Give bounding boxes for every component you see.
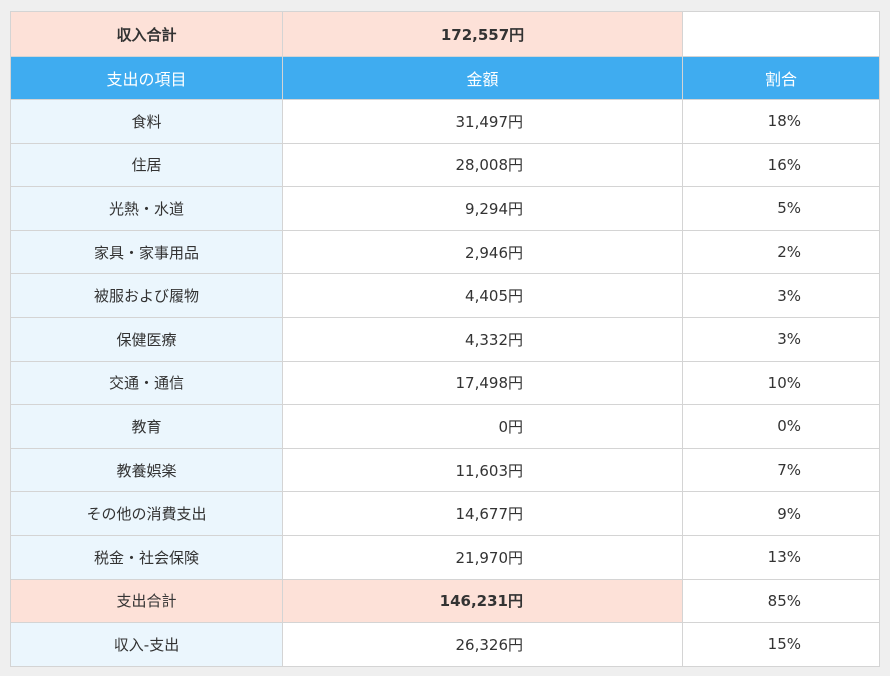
budget-table-container: 収入合計 172,557円 支出の項目 金額 割合 食料 31,497円 18%… [10,11,880,667]
table-row: 教養娯楽 11,603円 7% [10,447,880,493]
expense-item-label: 光熱・水道 [10,186,283,231]
expense-total-row: 支出合計 146,231円 85% [10,578,880,624]
table-row: 食料 31,497円 18% [10,99,880,144]
expense-item-label: 税金・社会保険 [10,534,283,580]
table-row: 税金・社会保険 21,970円 13% [10,534,880,580]
balance-amount: 26,326円 [282,622,683,667]
expense-ratio: 5% [682,186,880,231]
expense-ratio: 18% [682,99,880,144]
expense-ratio: 3% [682,316,880,362]
table-row: 光熱・水道 9,294円 5% [10,186,880,231]
table-row: 教育 0円 0% [10,404,880,449]
balance-ratio: 15% [682,622,880,667]
expense-ratio: 10% [682,360,880,406]
expense-item-label: 家具・家事用品 [10,229,283,275]
expense-amount: 4,405円 [282,273,683,318]
expense-amount: 0円 [282,404,683,449]
expense-ratio: 16% [682,142,880,188]
expense-ratio: 7% [682,447,880,493]
column-header-amount: 金額 [282,56,683,100]
expense-item-label: 被服および履物 [10,273,283,318]
expense-item-label: 教育 [10,404,283,449]
income-total-value: 172,557円 [282,11,683,57]
table-row: 交通・通信 17,498円 10% [10,360,880,406]
table-row: 家具・家事用品 2,946円 2% [10,229,880,275]
expense-amount: 11,603円 [282,447,683,493]
table-row: 住居 28,008円 16% [10,142,880,188]
expense-amount: 17,498円 [282,360,683,406]
expense-item-label: 食料 [10,99,283,144]
balance-row: 収入-支出 26,326円 15% [10,622,880,667]
income-blank-cell [682,11,880,57]
table-row: その他の消費支出 14,677円 9% [10,491,880,536]
income-total-label: 収入合計 [10,11,283,57]
expense-ratio: 9% [682,491,880,536]
budget-table: 収入合計 172,557円 支出の項目 金額 割合 食料 31,497円 18%… [10,11,880,667]
expense-item-label: その他の消費支出 [10,491,283,536]
expense-amount: 4,332円 [282,316,683,362]
expense-total-label: 支出合計 [10,578,283,624]
expense-item-label: 住居 [10,142,283,188]
expense-amount: 14,677円 [282,491,683,536]
expense-ratio: 3% [682,273,880,318]
expense-item-label: 交通・通信 [10,360,283,406]
expense-amount: 9,294円 [282,186,683,231]
table-row: 保健医療 4,332円 3% [10,316,880,362]
expense-amount: 2,946円 [282,229,683,275]
balance-label: 収入-支出 [10,622,283,667]
expense-total-amount: 146,231円 [282,578,683,624]
column-header-ratio: 割合 [682,56,880,100]
expense-ratio: 13% [682,534,880,580]
table-header-row: 支出の項目 金額 割合 [10,56,880,100]
expense-item-label: 教養娯楽 [10,447,283,493]
table-row: 被服および履物 4,405円 3% [10,273,880,318]
income-total-row: 収入合計 172,557円 [10,11,880,57]
expense-item-label: 保健医療 [10,316,283,362]
expense-ratio: 2% [682,229,880,275]
expense-amount: 31,497円 [282,99,683,144]
column-header-item: 支出の項目 [10,56,283,100]
expense-ratio: 0% [682,404,880,449]
expense-amount: 21,970円 [282,534,683,580]
expense-total-ratio: 85% [682,578,880,624]
expense-amount: 28,008円 [282,142,683,188]
